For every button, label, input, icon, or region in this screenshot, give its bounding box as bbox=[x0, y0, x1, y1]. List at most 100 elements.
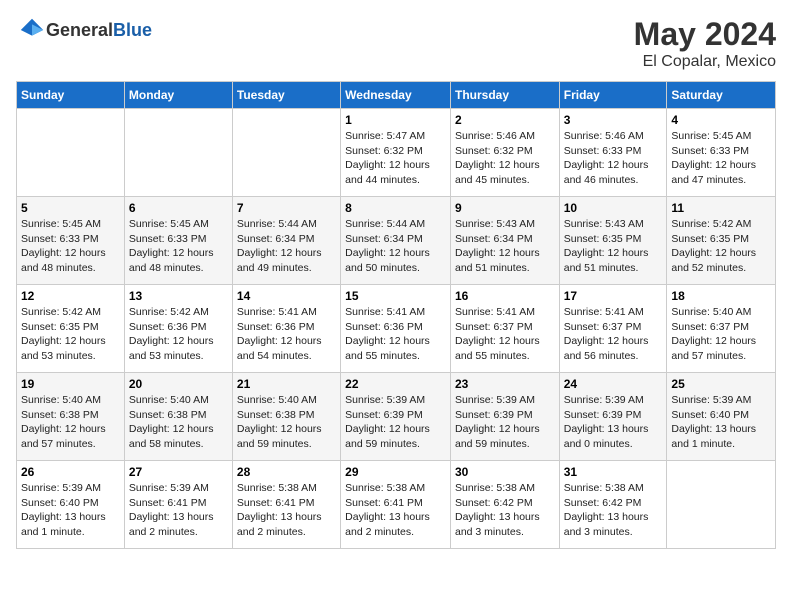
day-number: 6 bbox=[129, 201, 228, 215]
day-info: Sunrise: 5:43 AM Sunset: 6:34 PM Dayligh… bbox=[455, 217, 555, 276]
day-number: 20 bbox=[129, 377, 228, 391]
calendar-cell bbox=[667, 461, 776, 549]
day-number: 29 bbox=[345, 465, 446, 479]
calendar-cell: 23Sunrise: 5:39 AM Sunset: 6:39 PM Dayli… bbox=[450, 373, 559, 461]
weekday-header: Friday bbox=[559, 82, 667, 109]
calendar-cell: 10Sunrise: 5:43 AM Sunset: 6:35 PM Dayli… bbox=[559, 197, 667, 285]
weekday-header: Monday bbox=[124, 82, 232, 109]
calendar-cell: 31 Sunrise: 5:38 AM Sunset: 6:42 PM Dayli… bbox=[559, 461, 667, 549]
title-block: May 2024 El Copalar, Mexico bbox=[634, 16, 776, 71]
day-number: 14 bbox=[237, 289, 336, 303]
calendar-cell: 20 Sunrise: 5:40 AM Sunset: 6:38 PM Dayli… bbox=[124, 373, 232, 461]
day-number: 24 bbox=[564, 377, 663, 391]
calendar-cell bbox=[17, 109, 125, 197]
day-number: 11 bbox=[671, 201, 771, 215]
day-info: Sunrise: 5:45 AM Sunset: 6:33 PM Dayligh… bbox=[21, 217, 120, 276]
day-info: Sunrise: 5:39 AM Sunset: 6:39 PM Dayligh… bbox=[345, 393, 446, 452]
day-info: Sunrise: 5:46 AM Sunset: 6:32 PM Dayligh… bbox=[455, 129, 555, 188]
page-header: GeneralBlue May 2024 El Copalar, Mexico bbox=[16, 16, 776, 71]
calendar-week-row: 1Sunrise: 5:47 AM Sunset: 6:32 PM Daylig… bbox=[17, 109, 776, 197]
day-number: 30 bbox=[455, 465, 555, 479]
day-info: Sunrise: 5:42 AM Sunset: 6:35 PM Dayligh… bbox=[21, 305, 120, 364]
calendar-location: El Copalar, Mexico bbox=[634, 53, 776, 71]
day-info: Sunrise: 5:39 AM Sunset: 6:40 PM Dayligh… bbox=[671, 393, 771, 452]
day-info: Sunrise: 5:46 AM Sunset: 6:33 PM Dayligh… bbox=[564, 129, 663, 188]
logo-general: General bbox=[46, 20, 113, 40]
day-number: 26 bbox=[21, 465, 120, 479]
day-info: Sunrise: 5:40 AM Sunset: 6:37 PM Dayligh… bbox=[671, 305, 771, 364]
calendar-week-row: 5 Sunrise: 5:45 AM Sunset: 6:33 PM Daylig… bbox=[17, 197, 776, 285]
calendar-cell: 3 Sunrise: 5:46 AM Sunset: 6:33 PM Daylig… bbox=[559, 109, 667, 197]
day-number: 10 bbox=[564, 201, 663, 215]
calendar-cell: 11 Sunrise: 5:42 AM Sunset: 6:35 PM Dayli… bbox=[667, 197, 776, 285]
day-number: 28 bbox=[237, 465, 336, 479]
logo-icon bbox=[18, 16, 46, 44]
calendar-cell bbox=[232, 109, 340, 197]
day-number: 23 bbox=[455, 377, 555, 391]
day-number: 18 bbox=[671, 289, 771, 303]
day-info: Sunrise: 5:38 AM Sunset: 6:42 PM Dayligh… bbox=[455, 481, 555, 540]
calendar-cell: 19Sunrise: 5:40 AM Sunset: 6:38 PM Dayli… bbox=[17, 373, 125, 461]
calendar-cell: 26 Sunrise: 5:39 AM Sunset: 6:40 PM Dayli… bbox=[17, 461, 125, 549]
day-info: Sunrise: 5:40 AM Sunset: 6:38 PM Dayligh… bbox=[237, 393, 336, 452]
day-number: 4 bbox=[671, 113, 771, 127]
day-info: Sunrise: 5:39 AM Sunset: 6:41 PM Dayligh… bbox=[129, 481, 228, 540]
day-number: 27 bbox=[129, 465, 228, 479]
day-number: 25 bbox=[671, 377, 771, 391]
day-info: Sunrise: 5:40 AM Sunset: 6:38 PM Dayligh… bbox=[129, 393, 228, 452]
day-number: 15 bbox=[345, 289, 446, 303]
day-info: Sunrise: 5:44 AM Sunset: 6:34 PM Dayligh… bbox=[345, 217, 446, 276]
calendar-table: SundayMondayTuesdayWednesdayThursdayFrid… bbox=[16, 81, 776, 549]
calendar-cell bbox=[124, 109, 232, 197]
calendar-cell: 4 Sunrise: 5:45 AM Sunset: 6:33 PM Daylig… bbox=[667, 109, 776, 197]
calendar-week-row: 19Sunrise: 5:40 AM Sunset: 6:38 PM Dayli… bbox=[17, 373, 776, 461]
weekday-header: Thursday bbox=[450, 82, 559, 109]
day-info: Sunrise: 5:42 AM Sunset: 6:36 PM Dayligh… bbox=[129, 305, 228, 364]
calendar-week-row: 12 Sunrise: 5:42 AM Sunset: 6:35 PM Dayli… bbox=[17, 285, 776, 373]
day-info: Sunrise: 5:39 AM Sunset: 6:39 PM Dayligh… bbox=[564, 393, 663, 452]
day-number: 5 bbox=[21, 201, 120, 215]
calendar-cell: 29Sunrise: 5:38 AM Sunset: 6:41 PM Dayli… bbox=[341, 461, 451, 549]
day-info: Sunrise: 5:39 AM Sunset: 6:40 PM Dayligh… bbox=[21, 481, 120, 540]
calendar-week-row: 26 Sunrise: 5:39 AM Sunset: 6:40 PM Dayli… bbox=[17, 461, 776, 549]
day-info: Sunrise: 5:38 AM Sunset: 6:41 PM Dayligh… bbox=[237, 481, 336, 540]
calendar-cell: 15Sunrise: 5:41 AM Sunset: 6:36 PM Dayli… bbox=[341, 285, 451, 373]
day-number: 21 bbox=[237, 377, 336, 391]
day-number: 16 bbox=[455, 289, 555, 303]
day-info: Sunrise: 5:40 AM Sunset: 6:38 PM Dayligh… bbox=[21, 393, 120, 452]
day-info: Sunrise: 5:41 AM Sunset: 6:37 PM Dayligh… bbox=[455, 305, 555, 364]
day-number: 12 bbox=[21, 289, 120, 303]
day-info: Sunrise: 5:47 AM Sunset: 6:32 PM Dayligh… bbox=[345, 129, 446, 188]
day-number: 31 bbox=[564, 465, 663, 479]
day-number: 13 bbox=[129, 289, 228, 303]
day-info: Sunrise: 5:42 AM Sunset: 6:35 PM Dayligh… bbox=[671, 217, 771, 276]
calendar-cell: 8 Sunrise: 5:44 AM Sunset: 6:34 PM Daylig… bbox=[341, 197, 451, 285]
day-number: 8 bbox=[345, 201, 446, 215]
calendar-cell: 17 Sunrise: 5:41 AM Sunset: 6:37 PM Dayli… bbox=[559, 285, 667, 373]
weekday-header: Tuesday bbox=[232, 82, 340, 109]
calendar-cell: 30 Sunrise: 5:38 AM Sunset: 6:42 PM Dayli… bbox=[450, 461, 559, 549]
calendar-cell: 25 Sunrise: 5:39 AM Sunset: 6:40 PM Dayli… bbox=[667, 373, 776, 461]
calendar-cell: 2 Sunrise: 5:46 AM Sunset: 6:32 PM Daylig… bbox=[450, 109, 559, 197]
day-number: 2 bbox=[455, 113, 555, 127]
day-info: Sunrise: 5:44 AM Sunset: 6:34 PM Dayligh… bbox=[237, 217, 336, 276]
calendar-cell: 24 Sunrise: 5:39 AM Sunset: 6:39 PM Dayli… bbox=[559, 373, 667, 461]
calendar-cell: 13 Sunrise: 5:42 AM Sunset: 6:36 PM Dayli… bbox=[124, 285, 232, 373]
calendar-cell: 27 Sunrise: 5:39 AM Sunset: 6:41 PM Dayli… bbox=[124, 461, 232, 549]
day-info: Sunrise: 5:38 AM Sunset: 6:42 PM Dayligh… bbox=[564, 481, 663, 540]
calendar-cell: 22 Sunrise: 5:39 AM Sunset: 6:39 PM Dayli… bbox=[341, 373, 451, 461]
calendar-cell: 6 Sunrise: 5:45 AM Sunset: 6:33 PM Daylig… bbox=[124, 197, 232, 285]
day-number: 17 bbox=[564, 289, 663, 303]
day-number: 3 bbox=[564, 113, 663, 127]
weekday-header: Saturday bbox=[667, 82, 776, 109]
day-info: Sunrise: 5:45 AM Sunset: 6:33 PM Dayligh… bbox=[671, 129, 771, 188]
calendar-cell: 16 Sunrise: 5:41 AM Sunset: 6:37 PM Dayli… bbox=[450, 285, 559, 373]
day-info: Sunrise: 5:41 AM Sunset: 6:37 PM Dayligh… bbox=[564, 305, 663, 364]
day-info: Sunrise: 5:45 AM Sunset: 6:33 PM Dayligh… bbox=[129, 217, 228, 276]
calendar-cell: 28 Sunrise: 5:38 AM Sunset: 6:41 PM Dayli… bbox=[232, 461, 340, 549]
logo: GeneralBlue bbox=[16, 16, 152, 44]
calendar-cell: 12 Sunrise: 5:42 AM Sunset: 6:35 PM Dayli… bbox=[17, 285, 125, 373]
day-number: 22 bbox=[345, 377, 446, 391]
calendar-title: May 2024 bbox=[634, 16, 776, 53]
weekday-header: Wednesday bbox=[341, 82, 451, 109]
